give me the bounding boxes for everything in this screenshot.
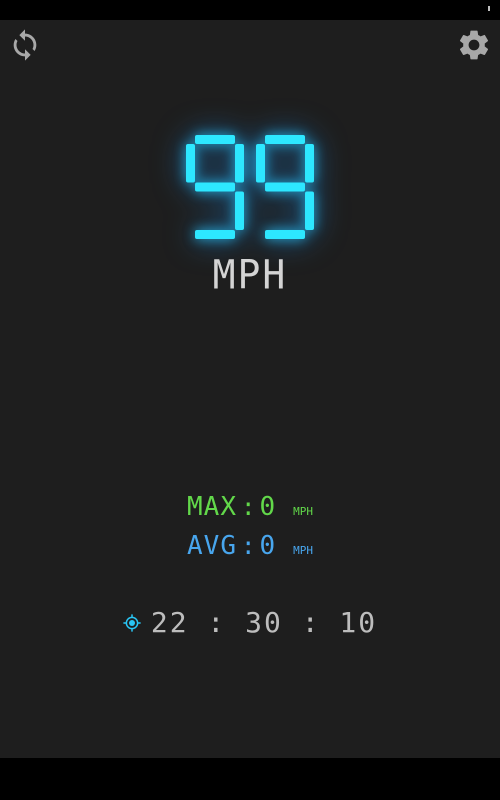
speedometer-screen: MPH MAX : 0 MPH AVG : 0 MPH 22 : 30 : 10 [0, 0, 500, 800]
settings-button[interactable] [454, 25, 494, 65]
refresh-icon [13, 29, 37, 61]
avg-separator: : [240, 532, 256, 560]
digit-segment [265, 230, 305, 239]
digit-segment [265, 182, 305, 192]
max-label: MAX [187, 492, 237, 522]
digit-segment [265, 135, 305, 144]
status-bar [0, 0, 500, 20]
speed-display [0, 130, 500, 245]
avg-speed-row: AVG : 0 MPH [0, 531, 500, 561]
speed-value-digits [186, 135, 314, 239]
max-unit: MPH [293, 505, 313, 518]
refresh-button[interactable] [5, 25, 45, 65]
digit-segment [305, 144, 314, 183]
digit-segment [305, 191, 314, 230]
digit-segment [195, 182, 235, 192]
speed-unit: MPH [212, 251, 288, 299]
status-indicator-icon [488, 6, 490, 11]
max-separator: : [240, 493, 256, 521]
gear-icon [459, 30, 489, 60]
speed-digit [256, 135, 314, 239]
digit-segment [235, 144, 244, 183]
avg-unit: MPH [293, 544, 313, 557]
gps-crosshair-icon [123, 613, 141, 632]
max-speed-row: MAX : 0 MPH [0, 492, 500, 522]
clock-row: 22 : 30 : 10 [0, 606, 500, 639]
digit-segment [235, 191, 244, 230]
avg-value: 0 [259, 531, 276, 561]
digit-segment [256, 144, 265, 183]
digit-segment [195, 230, 235, 239]
navigation-bar [0, 758, 500, 800]
avg-label: AVG [187, 531, 237, 561]
clock-time: 22 : 30 : 10 [150, 606, 378, 639]
digit-segment [186, 144, 195, 183]
speed-digit [186, 135, 244, 239]
digit-segment [195, 135, 235, 144]
max-value: 0 [259, 492, 276, 522]
